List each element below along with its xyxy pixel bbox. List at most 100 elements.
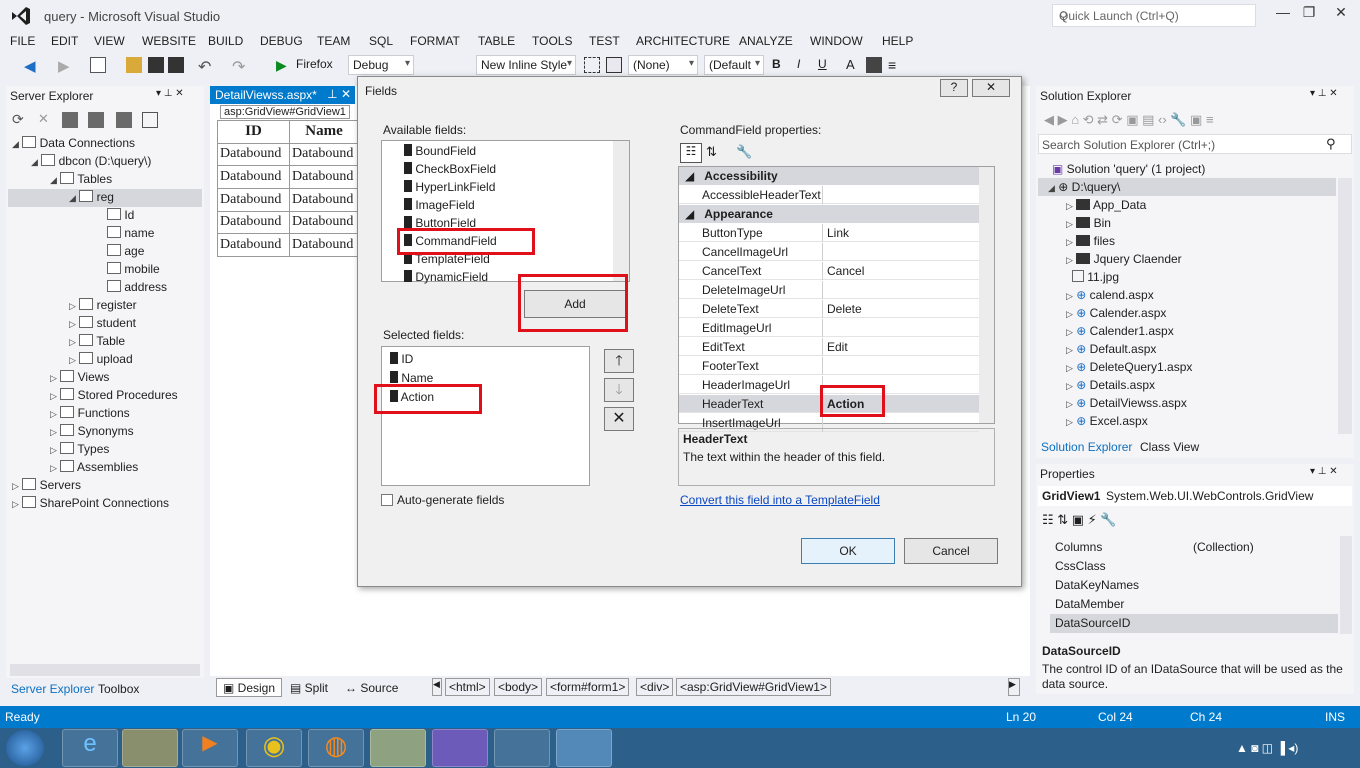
menu-view[interactable]: VIEW [94, 34, 125, 48]
solution-item[interactable]: ▷ App_Data [1066, 198, 1146, 212]
media-taskbar-icon[interactable]: ▶ [182, 729, 238, 767]
align-icon[interactable]: ≡ [888, 57, 904, 73]
solution-item[interactable]: ▷ ⊕ DetailViewss.aspx [1066, 396, 1187, 410]
split-view-button[interactable]: ▤ Split [290, 681, 328, 695]
crumb-right-icon[interactable]: ▶ [1008, 678, 1020, 696]
save-all-icon[interactable] [168, 57, 184, 73]
style-application-icon[interactable] [584, 57, 600, 73]
design-view-button[interactable]: ▣ Design [216, 678, 282, 697]
server-tree-item[interactable]: ◢ Tables [50, 172, 112, 186]
server-tree-item[interactable]: ▷ Views [50, 370, 109, 384]
grid-prop-row[interactable]: Columns (Collection) [1050, 538, 1338, 557]
prop-row[interactable]: CancelText Cancel [679, 262, 979, 280]
refresh-icon[interactable]: ⟳ [12, 111, 24, 128]
menu-tools[interactable]: TOOLS [532, 34, 572, 48]
menu-build[interactable]: BUILD [208, 34, 243, 48]
tab-toolbox[interactable]: Toolbox [98, 682, 139, 696]
target-rule-combo[interactable]: (None) [628, 55, 698, 75]
grid-prop-row[interactable]: DataMember [1050, 595, 1338, 614]
autogenerate-checkbox[interactable] [381, 494, 393, 506]
server-tree-item[interactable]: ▷ student [69, 316, 136, 330]
sticky-notes-taskbar-icon[interactable] [370, 729, 426, 767]
chrome-taskbar-icon[interactable]: ◉ [246, 729, 302, 767]
project-node[interactable]: ◢ ⊕ D:\query\ [1048, 180, 1120, 194]
stop-icon[interactable]: ✕ [38, 111, 49, 127]
crumb-item[interactable]: <asp:GridView#GridView1> [676, 678, 831, 696]
minimize-button[interactable]: — [1270, 4, 1296, 26]
solution-scrollbar[interactable] [1338, 178, 1352, 434]
solution-item[interactable]: ▷ ⊕ DeleteQuery1.aspx [1066, 360, 1192, 374]
menu-table[interactable]: TABLE [478, 34, 515, 48]
tab-server-explorer[interactable]: Server Explorer [11, 682, 94, 696]
tray-icons[interactable]: ▲ ◙ ◫ ▐ ◂) [1236, 741, 1298, 755]
server-tree-item[interactable]: ▷ Synonyms [50, 424, 134, 438]
solution-root[interactable]: ▣ Solution 'query' (1 project) [1052, 162, 1205, 176]
menu-file[interactable]: FILE [10, 34, 35, 48]
cancel-button[interactable]: Cancel [904, 538, 998, 564]
font-color-button[interactable]: A [846, 57, 855, 72]
bold-button[interactable]: B [772, 57, 781, 71]
close-tab-icon[interactable]: ⊥ ✕ [327, 87, 351, 101]
ie-taskbar-icon[interactable]: e [62, 729, 118, 767]
move-up-button[interactable]: 🡑 [604, 349, 634, 373]
server-tree-item[interactable]: ▷ upload [69, 352, 133, 366]
available-scrollbar[interactable] [613, 141, 629, 281]
forward-icon[interactable]: ▶ [58, 57, 74, 75]
prop-panel-controls-icon[interactable]: ▾ ⊥ ✕ [1310, 466, 1338, 477]
target-rule-icon[interactable] [606, 57, 622, 73]
solution-item[interactable]: ▷ Bin [1066, 216, 1111, 230]
solution-item[interactable]: ▷ ⊕ calend.aspx [1066, 288, 1154, 302]
firefox-taskbar-icon[interactable]: ◍ [308, 729, 364, 767]
server-tree-item[interactable]: ◢ Data Connections [12, 136, 135, 150]
server-tree-item[interactable]: ▷ Stored Procedures [50, 388, 178, 402]
gridview-preview[interactable]: ID Name Databound Databound Databound Databo… [217, 120, 359, 257]
save-icon[interactable] [148, 57, 164, 73]
solution-item[interactable]: ▷ Jquery Claender [1066, 252, 1182, 266]
prop-category[interactable]: ◢ Appearance [679, 205, 979, 223]
categorized-icon[interactable]: ☷ [680, 143, 702, 163]
app-taskbar-icon[interactable] [556, 729, 612, 767]
sol-panel-controls-icon[interactable]: ▾ ⊥ ✕ [1310, 88, 1338, 99]
tab-solution-explorer[interactable]: Solution Explorer [1041, 440, 1132, 454]
menu-team[interactable]: TEAM [317, 34, 350, 48]
italic-button[interactable]: I [797, 57, 800, 71]
start-button-icon[interactable] [6, 730, 44, 766]
server-tree-item[interactable]: ◢ reg [69, 190, 114, 204]
crumb-item[interactable]: <body> [494, 678, 543, 696]
crumb-item[interactable]: <form#form1> [546, 678, 630, 696]
menu-website[interactable]: WEBSITE [142, 34, 196, 48]
dialog-close-button[interactable]: ✕ [972, 79, 1010, 97]
selected-field-item[interactable]: ID [390, 352, 413, 366]
selected-fields-list[interactable] [381, 346, 590, 486]
solution-item[interactable]: ▷ files [1066, 234, 1115, 248]
server-tree-item[interactable]: ◢ dbcon (D:\query\) [31, 154, 151, 168]
alphabetical-icon[interactable]: ⇅ [706, 144, 717, 160]
solution-item[interactable]: ▷ ⊕ Default.aspx [1066, 342, 1156, 356]
available-field-item[interactable]: CheckBoxField [404, 162, 496, 176]
solution-item[interactable]: ▷ ⊕ Calender1.aspx [1066, 324, 1174, 338]
prop-row[interactable]: ButtonType Link [679, 224, 979, 242]
menu-debug[interactable]: DEBUG [260, 34, 303, 48]
server-tree-item[interactable]: age [107, 244, 144, 258]
prop-toolbar-icons[interactable]: ☷ ⇅ ▣ ⚡ 🔧 [1042, 512, 1117, 528]
server-tree-item[interactable]: ▷ Servers [12, 478, 81, 492]
menu-architecture[interactable]: ARCHITECTURE [636, 34, 730, 48]
paint-taskbar-icon[interactable] [494, 729, 550, 767]
solution-item[interactable]: ▷ ⊕ Calender.aspx [1066, 306, 1166, 320]
crumb-item[interactable]: <html> [445, 678, 490, 696]
solution-item[interactable]: ▷ ⊕ Excel.aspx [1066, 414, 1148, 428]
delete-field-button[interactable]: ✕ [604, 407, 634, 431]
highlight-icon[interactable] [866, 57, 882, 73]
server-tree-item[interactable]: ▷ register [69, 298, 137, 312]
server-tree-item[interactable]: ▷ SharePoint Connections [12, 496, 169, 510]
close-window-button[interactable]: ✕ [1328, 4, 1354, 26]
prop-scrollbar[interactable] [1340, 536, 1352, 634]
available-field-item[interactable]: HyperLinkField [404, 180, 495, 194]
horizontal-scrollbar[interactable] [10, 664, 200, 676]
restore-button[interactable]: ❐ [1296, 4, 1322, 26]
font-combo[interactable]: (Default [704, 55, 764, 75]
grid-prop-row[interactable]: DataSourceID [1050, 614, 1338, 633]
selected-field-item[interactable]: Name [390, 371, 433, 385]
open-file-icon[interactable] [126, 57, 142, 73]
connect-database-icon[interactable] [62, 112, 78, 128]
